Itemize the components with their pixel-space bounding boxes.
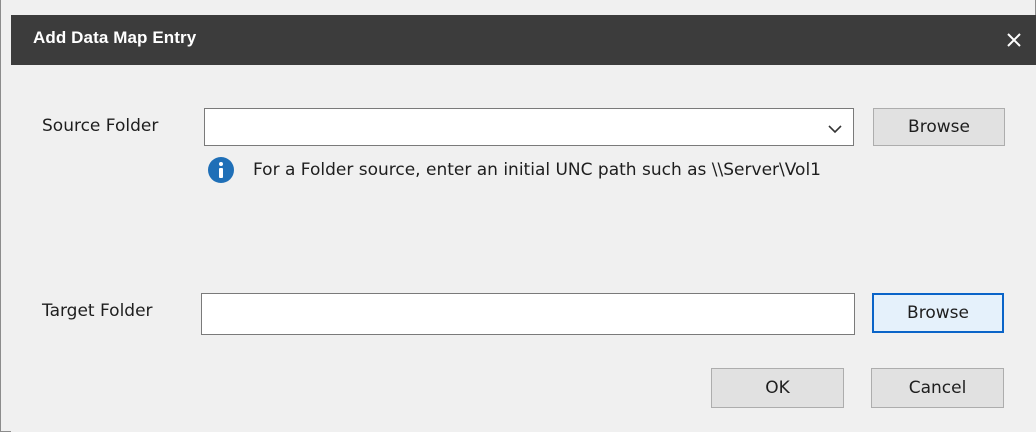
- cancel-button[interactable]: Cancel: [871, 368, 1004, 408]
- dialog-title: Add Data Map Entry: [33, 28, 197, 47]
- target-folder-label: Target Folder: [42, 301, 153, 321]
- title-bar: Add Data Map Entry: [11, 15, 1036, 65]
- dialog-body: Source Folder Browse For a Folder source…: [11, 65, 1036, 432]
- ok-button[interactable]: OK: [711, 368, 844, 408]
- close-button[interactable]: [991, 15, 1036, 65]
- target-folder-input[interactable]: [201, 293, 855, 335]
- chevron-down-icon[interactable]: [825, 121, 845, 137]
- source-hint-text: For a Folder source, enter an initial UN…: [253, 160, 821, 180]
- add-data-map-entry-dialog: Add Data Map Entry Source Folder Browse: [0, 0, 1036, 432]
- close-icon: [1007, 33, 1021, 47]
- target-browse-label: Browse: [907, 303, 969, 323]
- info-icon: [208, 157, 234, 183]
- source-hint: For a Folder source, enter an initial UN…: [207, 156, 821, 184]
- source-folder-combobox[interactable]: [204, 108, 854, 146]
- source-folder-label: Source Folder: [42, 116, 159, 136]
- source-browse-label: Browse: [908, 117, 970, 137]
- ok-label: OK: [765, 378, 790, 398]
- target-browse-button[interactable]: Browse: [872, 293, 1004, 333]
- cancel-label: Cancel: [908, 378, 967, 398]
- source-browse-button[interactable]: Browse: [873, 108, 1005, 146]
